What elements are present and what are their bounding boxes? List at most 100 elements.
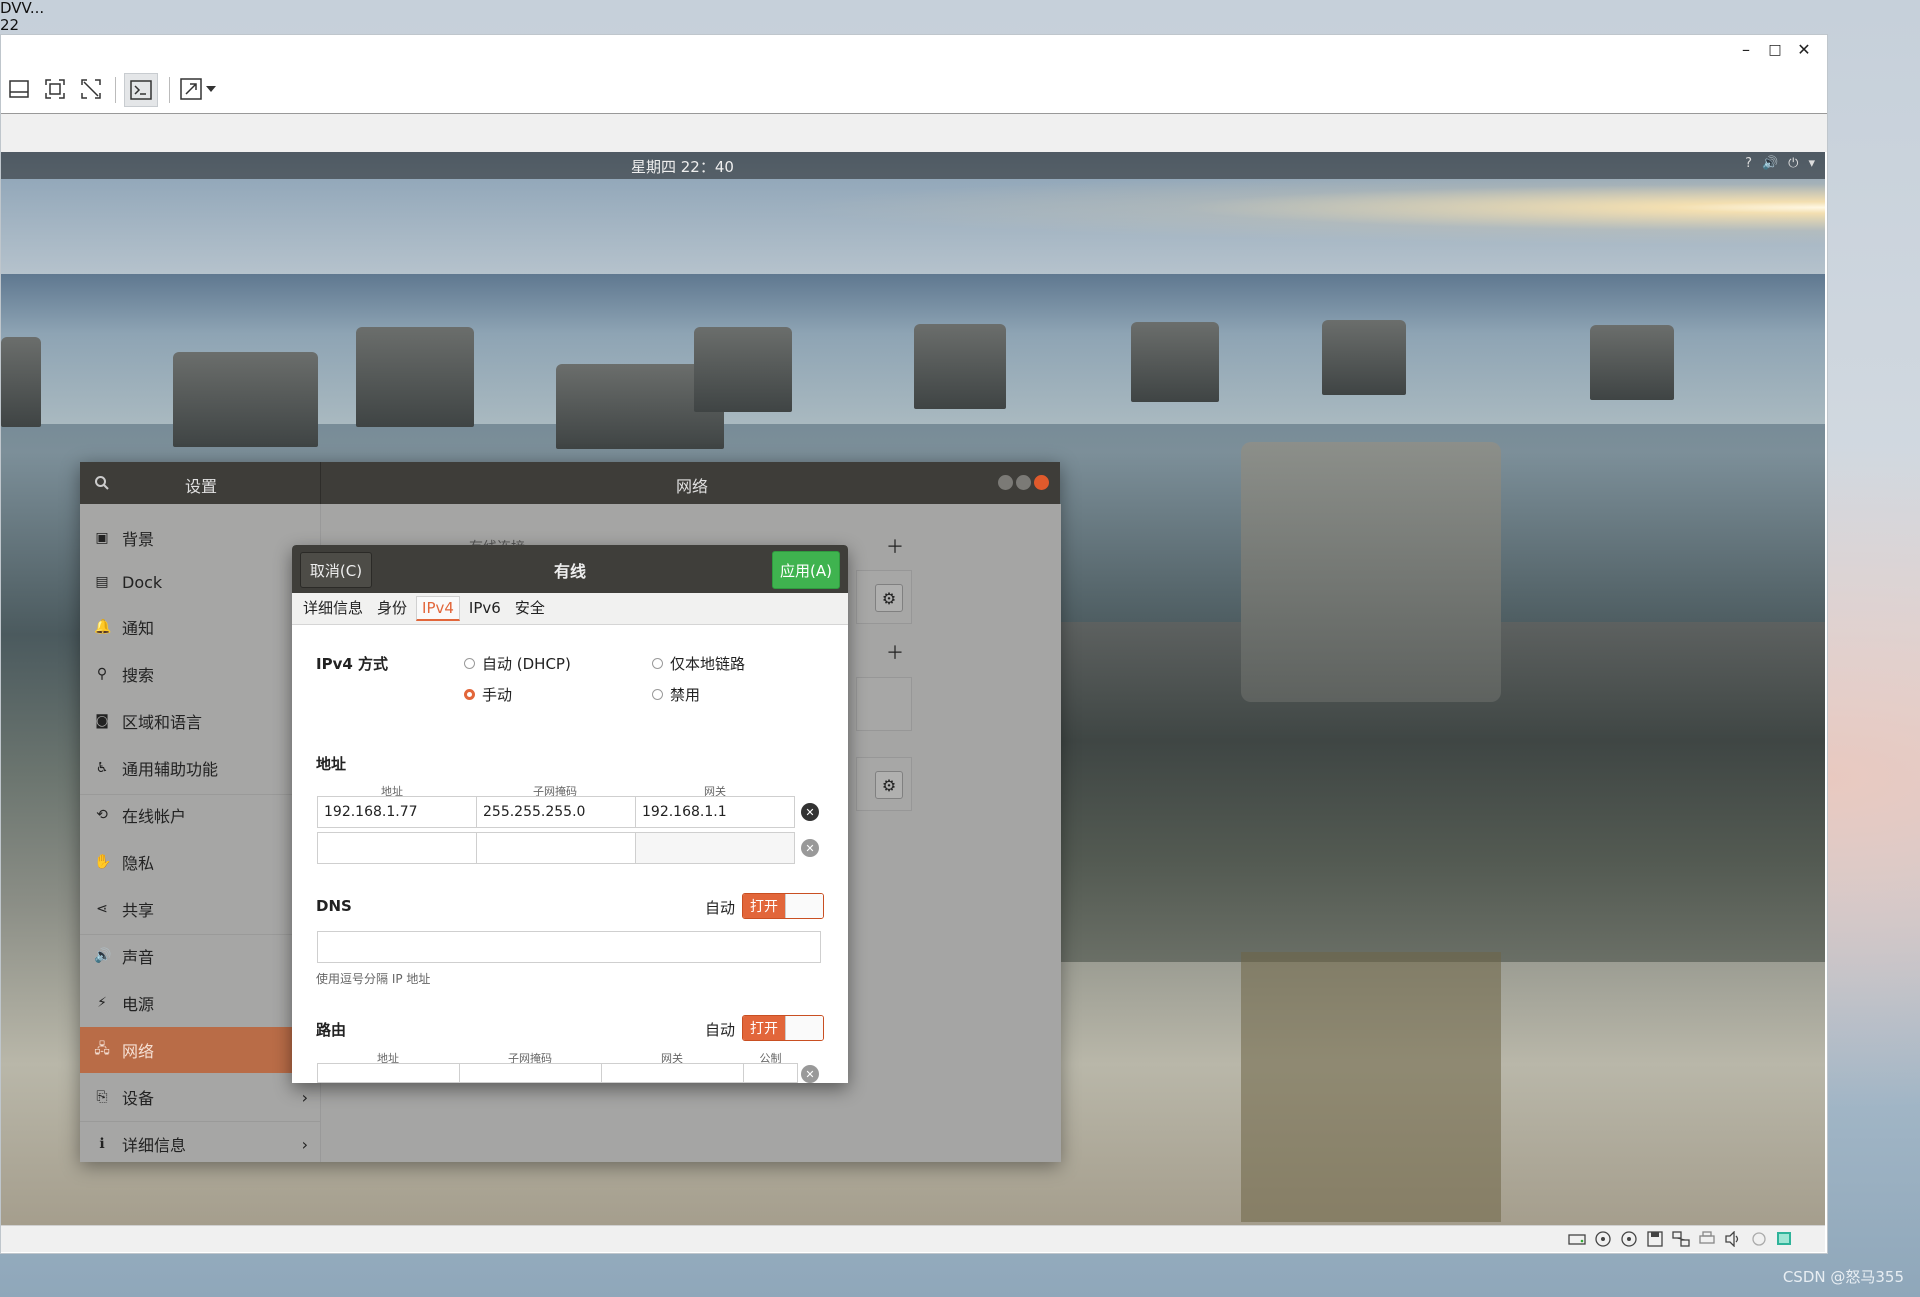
close-button[interactable]: ✕ bbox=[1793, 39, 1815, 61]
sidebar-item-dock[interactable]: ▤ Dock bbox=[80, 559, 320, 605]
remove-row-icon[interactable]: ✕ bbox=[801, 1065, 819, 1083]
tab-ipv6[interactable]: IPv6 bbox=[464, 597, 506, 621]
sidebar-item-accessibility[interactable]: ♿ 通用辅助功能 bbox=[80, 745, 320, 791]
radio-auto-dhcp[interactable]: 自动 (DHCP) bbox=[464, 653, 571, 674]
toolbar-divider bbox=[169, 77, 170, 103]
sidebar-item-online-accounts[interactable]: ⟲ 在线帐户 bbox=[80, 792, 320, 838]
audio-icon[interactable] bbox=[1723, 1229, 1743, 1249]
gear-icon[interactable]: ⚙ bbox=[875, 771, 903, 799]
settings-sidebar: ▣ 背景 ▤ Dock 🔔 通知 ⚲ 搜索 ◙ 区域和语言 ♿ 通用辅助功能 ⟲… bbox=[80, 504, 320, 1162]
radio-link-local[interactable]: 仅本地链路 bbox=[652, 653, 745, 674]
address-field[interactable]: 192.168.1.77 bbox=[317, 796, 477, 828]
layout-icon[interactable] bbox=[3, 73, 35, 105]
address-field[interactable] bbox=[317, 832, 477, 864]
route-address-field[interactable] bbox=[317, 1063, 460, 1083]
volume-icon[interactable]: 🔊 bbox=[1762, 156, 1778, 171]
toggle-on-label: 打开 bbox=[743, 1016, 785, 1040]
fit-window-icon[interactable] bbox=[39, 73, 71, 105]
floppy-icon[interactable] bbox=[1645, 1229, 1665, 1249]
toggle-knob bbox=[785, 894, 823, 918]
radio-indicator bbox=[464, 658, 475, 669]
window-minimize-button[interactable] bbox=[998, 475, 1013, 490]
tab-identity[interactable]: 身份 bbox=[372, 595, 412, 622]
watermark: CSDN @怒马355 bbox=[1782, 1268, 1904, 1286]
wallpaper-sky bbox=[1, 179, 1825, 274]
chevron-down-icon[interactable]: ▾ bbox=[1808, 156, 1815, 171]
sidebar-item-label: 在线帐户 bbox=[122, 807, 187, 826]
vm-subbar bbox=[1, 114, 1827, 152]
add-vpn-button[interactable]: ＋ bbox=[886, 639, 904, 665]
sidebar-item-sharing[interactable]: ⋖ 共享 bbox=[80, 886, 320, 932]
sidebar-item-label: 通知 bbox=[122, 619, 155, 638]
chevron-right-icon: › bbox=[301, 1134, 308, 1154]
toggle-on-label: 打开 bbox=[743, 894, 785, 918]
netmask-field[interactable]: 255.255.255.0 bbox=[476, 796, 636, 828]
vm-status-icons bbox=[1567, 1229, 1795, 1249]
chevron-right-icon: › bbox=[301, 1087, 308, 1107]
sidebar-item-background[interactable]: ▣ 背景 bbox=[80, 515, 320, 561]
sidebar-item-label: 详细信息 bbox=[122, 1136, 187, 1155]
hdd-icon[interactable] bbox=[1567, 1229, 1587, 1249]
remove-row-icon[interactable]: ✕ bbox=[801, 803, 819, 821]
sidebar-item-search[interactable]: ⚲ 搜索 bbox=[80, 651, 320, 697]
toolbar-divider bbox=[115, 77, 116, 103]
radio-manual[interactable]: 手动 bbox=[464, 684, 512, 705]
dns-heading: DNS bbox=[316, 897, 352, 915]
sidebar-item-notifications[interactable]: 🔔 通知 bbox=[80, 604, 320, 650]
header-divider bbox=[320, 462, 321, 504]
disc-icon[interactable] bbox=[1749, 1229, 1769, 1249]
gear-icon[interactable]: ⚙ bbox=[875, 584, 903, 612]
tab-ipv4[interactable]: IPv4 bbox=[416, 596, 460, 621]
radio-label: 仅本地链路 bbox=[670, 655, 746, 673]
dropdown-icon[interactable] bbox=[203, 73, 219, 105]
radio-disabled[interactable]: 禁用 bbox=[652, 684, 700, 705]
apply-button[interactable]: 应用(A) bbox=[772, 551, 840, 589]
window-maximize-button[interactable] bbox=[1016, 475, 1031, 490]
tab-details[interactable]: 详细信息 bbox=[298, 595, 368, 622]
printer-icon[interactable] bbox=[1697, 1229, 1717, 1249]
optical-icon[interactable] bbox=[1593, 1229, 1613, 1249]
tab-security[interactable]: 安全 bbox=[510, 595, 550, 622]
sidebar-item-sound[interactable]: 🔊 声音 bbox=[80, 933, 320, 979]
privacy-hand-icon: ✋ bbox=[94, 854, 112, 870]
add-connection-button[interactable]: ＋ bbox=[886, 533, 904, 559]
gateway-field[interactable]: 192.168.1.1 bbox=[635, 796, 795, 828]
sidebar-item-region[interactable]: ◙ 区域和语言 bbox=[80, 698, 320, 744]
guest-clock[interactable]: 星期四 22：40 bbox=[631, 156, 734, 177]
window-close-button[interactable] bbox=[1034, 475, 1049, 490]
unscale-icon[interactable] bbox=[75, 73, 107, 105]
wallpaper-big-block bbox=[1241, 442, 1501, 702]
netmask-field[interactable] bbox=[476, 832, 636, 864]
search-icon[interactable] bbox=[80, 462, 124, 504]
help-icon[interactable]: ? bbox=[1745, 156, 1752, 171]
route-metric-field[interactable] bbox=[743, 1063, 798, 1083]
remove-row-icon[interactable]: ✕ bbox=[801, 839, 819, 857]
toggle-knob bbox=[785, 1016, 823, 1040]
route-gateway-field[interactable] bbox=[601, 1063, 744, 1083]
route-netmask-field[interactable] bbox=[459, 1063, 602, 1083]
sidebar-item-network[interactable]: 🖧 网络 bbox=[80, 1027, 320, 1073]
guest-system-tray[interactable]: ? 🔊 ⏻ ▾ bbox=[1745, 156, 1815, 171]
vm-window: – □ ✕ 星期四 22：40 ? 🔊 ⏻ ▾ 设置 网络 ▣ 背景 ▤ Doc… bbox=[0, 34, 1828, 1254]
gateway-field[interactable] bbox=[635, 832, 795, 864]
power-icon[interactable]: ⏻ bbox=[1788, 156, 1798, 171]
address-heading: 地址 bbox=[316, 755, 347, 773]
maximize-button[interactable]: □ bbox=[1764, 39, 1786, 61]
network-panel-title: 网络 bbox=[676, 477, 709, 496]
console-icon[interactable] bbox=[124, 73, 158, 107]
routes-auto-toggle[interactable]: 打开 bbox=[742, 1015, 824, 1041]
dns-input[interactable] bbox=[317, 931, 821, 963]
vm-icon[interactable] bbox=[1775, 1229, 1795, 1249]
sidebar-item-privacy[interactable]: ✋ 隐私 bbox=[80, 839, 320, 885]
host-corner-text: DVV... 22 bbox=[0, 0, 44, 34]
dns-auto-toggle[interactable]: 打开 bbox=[742, 893, 824, 919]
network-icon[interactable] bbox=[1671, 1229, 1691, 1249]
sidebar-item-power[interactable]: ⚡ 电源 bbox=[80, 980, 320, 1026]
optical2-icon[interactable] bbox=[1619, 1229, 1639, 1249]
sidebar-item-devices[interactable]: ⎘ 设备 › bbox=[80, 1074, 320, 1120]
minimize-button[interactable]: – bbox=[1735, 39, 1757, 61]
accessibility-icon: ♿ bbox=[95, 760, 109, 776]
wired-dialog: 取消(C) 有线 应用(A) 详细信息 身份 IPv4 IPv6 安全 IPv4… bbox=[292, 545, 848, 1083]
sidebar-item-details[interactable]: ℹ 详细信息 › bbox=[80, 1121, 320, 1167]
sidebar-item-label: 区域和语言 bbox=[122, 713, 203, 732]
